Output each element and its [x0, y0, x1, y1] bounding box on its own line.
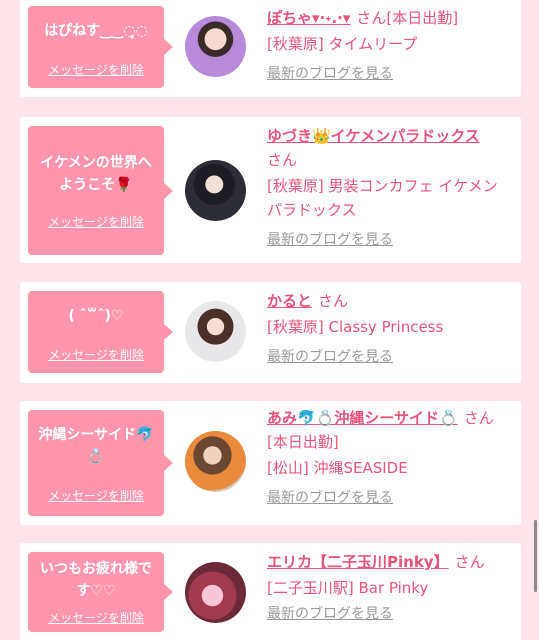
message-bubble: いつもお疲れ様です♡♡ メッセージを削除 — [28, 552, 173, 632]
delete-message-link[interactable]: メッセージを削除 — [28, 214, 164, 230]
delete-message-link[interactable]: メッセージを削除 — [28, 488, 164, 504]
delete-message-link[interactable]: メッセージを削除 — [28, 610, 164, 626]
latest-blog-link[interactable]: 最新のブログを見る — [267, 347, 393, 367]
cast-name-link[interactable]: あみ🐬💍沖縄シーサイド💍 — [267, 409, 458, 427]
message-bubble: はぴねす‿‿◌̥◌ メッセージを削除 — [28, 6, 173, 88]
delete-message-link[interactable]: メッセージを削除 — [28, 62, 164, 78]
message-bubble: 沖縄シーサイド🐬💍 メッセージを削除 — [28, 410, 173, 516]
avatar[interactable] — [185, 160, 246, 221]
message-text: イケメンの世界へようこそ🌹 — [40, 155, 152, 193]
message-card: ( ˆ꒳ˆ)♡ メッセージを削除 かると さん [秋葉原] Classy Prin… — [20, 282, 521, 383]
cast-name-link[interactable]: ぽちゃ▾·˖.·▾ — [267, 9, 350, 27]
avatar[interactable] — [185, 16, 246, 77]
shop-name: [松山] 沖縄SEASIDE — [267, 459, 408, 477]
latest-blog-link[interactable]: 最新のブログを見る — [267, 64, 393, 84]
message-card: いつもお疲れ様です♡♡ メッセージを削除 エリカ【二子玉川Pinky】 さん [二… — [20, 543, 521, 640]
cast-name-link[interactable]: エリカ【二子玉川Pinky】 — [267, 553, 449, 571]
latest-blog-link[interactable]: 最新のブログを見る — [267, 230, 393, 250]
message-text: いつもお疲れ様です♡♡ — [40, 561, 152, 599]
shop-name: [二子玉川駅] Bar Pinky — [267, 579, 429, 597]
message-card: イケメンの世界へようこそ🌹 メッセージを削除 ゆづき👑イケメンパラドックス さん … — [20, 117, 521, 263]
message-text: 沖縄シーサイド🐬💍 — [38, 427, 154, 465]
attendance-badge: [本日出勤] — [386, 9, 459, 27]
message-card: はぴねす‿‿◌̥◌ メッセージを削除 ぽちゃ▾·˖.·▾ さん[本日出勤] [秋葉… — [20, 0, 521, 97]
cast-name-link[interactable]: かると — [267, 292, 312, 310]
honorific: さん — [318, 292, 349, 310]
honorific: さん — [356, 9, 387, 27]
avatar[interactable] — [185, 562, 246, 623]
shop-name: [秋葉原] Classy Princess — [267, 318, 444, 336]
honorific: さん — [463, 409, 494, 427]
message-text: はぴねす‿‿◌̥◌ — [44, 23, 148, 39]
message-text: ( ˆ꒳ˆ)♡ — [68, 308, 124, 324]
message-bubble: ( ˆ꒳ˆ)♡ メッセージを削除 — [28, 291, 173, 373]
delete-message-link[interactable]: メッセージを削除 — [28, 347, 164, 363]
cast-name-link[interactable]: ゆづき👑イケメンパラドックス — [267, 127, 480, 145]
latest-blog-link[interactable]: 最新のブログを見る — [267, 488, 393, 508]
avatar[interactable] — [185, 431, 246, 492]
message-bubble: イケメンの世界へようこそ🌹 メッセージを削除 — [28, 126, 173, 255]
avatar[interactable] — [185, 301, 246, 362]
honorific: さん — [267, 151, 298, 169]
message-card: 沖縄シーサイド🐬💍 メッセージを削除 あみ🐬💍沖縄シーサイド💍 さん[本日出勤] … — [20, 401, 521, 525]
shop-name: [秋葉原] 男装コンカフェ イケメンパラドックス — [267, 177, 498, 219]
shop-name: [秋葉原] タイムリープ — [267, 35, 418, 53]
latest-blog-link[interactable]: 最新のブログを見る — [267, 604, 393, 624]
attendance-badge: [本日出勤] — [267, 433, 339, 451]
scrollbar[interactable] — [534, 520, 537, 592]
honorific: さん — [454, 553, 485, 571]
